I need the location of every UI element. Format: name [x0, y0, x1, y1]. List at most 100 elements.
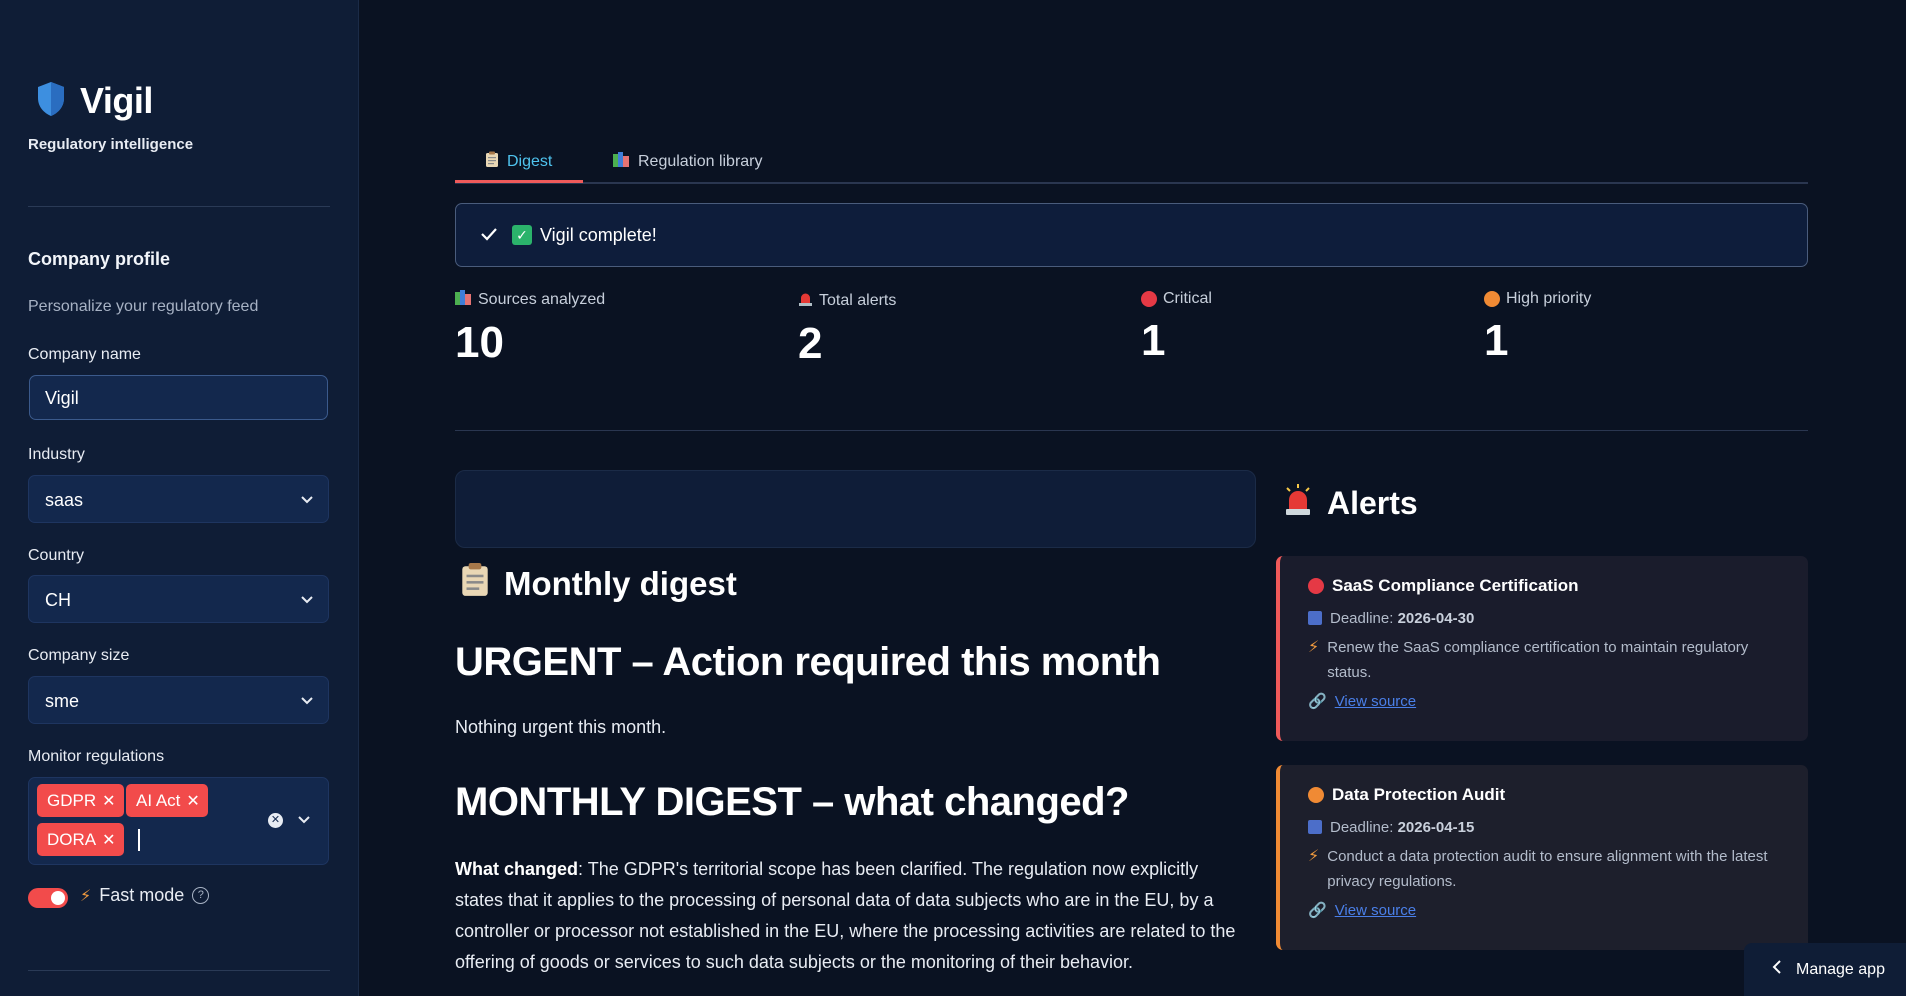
section-title: Company profile [28, 249, 171, 269]
manage-app-label: Manage app [1796, 960, 1885, 978]
alert-title: SaaS Compliance Certification [1332, 576, 1579, 595]
urgent-heading: URGENT – Action required this month [455, 640, 1161, 684]
tab-bar: Digest Regulation library [455, 138, 1808, 184]
alerts-heading: Alerts [1283, 482, 1418, 524]
chevron-down-icon[interactable] [297, 808, 311, 835]
view-source-link[interactable]: View source [1335, 898, 1416, 923]
metric-label: Sources analyzed [478, 291, 606, 308]
remove-chip-icon[interactable]: ✕ [102, 793, 115, 810]
clipboard-icon [460, 562, 490, 606]
divider [455, 430, 1808, 431]
country-value: CH [45, 590, 71, 610]
fast-mode-toggle[interactable] [28, 888, 68, 908]
success-message: Vigil complete! [540, 224, 657, 245]
industry-value: saas [45, 490, 84, 510]
view-source-link[interactable]: View source [1335, 689, 1416, 714]
check-mark-icon: ✓ [512, 225, 532, 245]
remove-chip-icon[interactable]: ✕ [186, 793, 199, 810]
red-circle-icon [1308, 578, 1324, 594]
deadline-label: Deadline: [1330, 610, 1394, 627]
shield-icon [36, 81, 66, 122]
remove-chip-icon[interactable]: ✕ [102, 832, 115, 849]
metric-label: Total alerts [819, 291, 897, 309]
alert-card: Data Protection Audit Deadline: 2026-04-… [1276, 765, 1808, 950]
what-changed-paragraph: What changed: The GDPR's territorial sco… [455, 854, 1245, 978]
alert-action: Renew the SaaS compliance certification … [1327, 639, 1749, 681]
company-size-value: sme [45, 691, 80, 711]
metric-value: 10 [455, 318, 504, 367]
success-alert: ✓ Vigil complete! [455, 203, 1808, 267]
metric-label: Critical [1163, 290, 1212, 307]
calendar-icon [1308, 820, 1322, 834]
fast-mode: ⚡ Fast mode ? [80, 885, 210, 906]
link-icon: 🔗 [1308, 902, 1327, 919]
chevron-down-icon [300, 576, 314, 643]
metric-critical: Critical 1 [1141, 290, 1212, 366]
industry-label: Industry [28, 446, 85, 463]
chevron-down-icon [300, 476, 314, 543]
brand-title: Vigil [80, 80, 153, 121]
clipboard-icon [485, 151, 499, 173]
text-cursor [138, 829, 140, 851]
metric-label: High priority [1506, 290, 1592, 307]
chip-ai-act[interactable]: AI Act ✕ [126, 784, 208, 817]
brand: Vigil [36, 80, 153, 122]
calendar-icon [1308, 611, 1322, 625]
fast-mode-label: Fast mode [99, 885, 185, 905]
metric-value: 2 [798, 319, 823, 368]
monitor-label: Monitor regulations [28, 748, 165, 765]
help-icon[interactable]: ? [192, 887, 210, 904]
section-caption: Personalize your regulatory feed [28, 298, 259, 315]
industry-select[interactable]: saas [28, 475, 329, 523]
active-tab-indicator [455, 180, 583, 183]
brand-subtitle: Regulatory intelligence [28, 136, 194, 153]
books-icon [455, 290, 472, 310]
chevron-down-icon [300, 677, 314, 744]
digest-title: Monthly digest [504, 565, 737, 602]
books-icon [613, 152, 630, 172]
link-icon: 🔗 [1308, 693, 1327, 710]
alerts-title: Alerts [1327, 484, 1418, 521]
monthly-heading: MONTHLY DIGEST – what changed? [455, 780, 1129, 824]
sidebar: Vigil Regulatory intelligence Company pr… [0, 0, 359, 996]
deadline-value: 2026-04-30 [1397, 610, 1475, 627]
company-name-input[interactable]: Vigil [29, 375, 328, 420]
tab-regulation-library[interactable]: Regulation library [613, 148, 763, 184]
clear-all-icon[interactable]: ✕ [268, 813, 283, 828]
siren-icon [798, 290, 813, 311]
company-size-label: Company size [28, 647, 130, 664]
urgent-text: Nothing urgent this month. [455, 717, 667, 737]
manage-app-button[interactable]: Manage app [1744, 943, 1906, 996]
lightning-icon: ⚡ [1308, 639, 1320, 656]
divider [28, 970, 330, 971]
divider [28, 206, 330, 207]
orange-circle-icon [1308, 787, 1324, 803]
country-select[interactable]: CH [28, 575, 329, 623]
deadline-value: 2026-04-15 [1397, 819, 1475, 836]
check-icon [480, 225, 498, 246]
red-circle-icon [1141, 291, 1157, 307]
alert-card: SaaS Compliance Certification Deadline: … [1276, 556, 1808, 741]
tab-digest[interactable]: Digest [485, 148, 552, 184]
lightning-icon: ⚡ [1308, 848, 1320, 865]
chevron-left-icon [1772, 960, 1782, 979]
company-name-label: Company name [28, 346, 141, 363]
metric-value: 1 [1484, 316, 1509, 365]
empty-card [455, 470, 1256, 548]
metric-sources: Sources analyzed 10 [455, 290, 605, 368]
digest-heading: Monthly digest [460, 562, 737, 606]
what-changed-label: What changed [455, 859, 579, 879]
toggle-knob [51, 891, 65, 905]
regulations-multiselect[interactable]: GDPR ✕ AI Act ✕ DORA ✕ ✕ [28, 777, 329, 865]
chip-dora[interactable]: DORA ✕ [37, 823, 124, 856]
country-label: Country [28, 547, 85, 564]
lightning-icon: ⚡ [80, 887, 92, 905]
deadline-label: Deadline: [1330, 819, 1394, 836]
siren-icon [1283, 482, 1313, 524]
company-size-select[interactable]: sme [28, 676, 329, 724]
alert-action: Conduct a data protection audit to ensur… [1327, 848, 1768, 890]
chip-gdpr[interactable]: GDPR ✕ [37, 784, 124, 817]
alert-title: Data Protection Audit [1332, 785, 1506, 804]
orange-circle-icon [1484, 291, 1500, 307]
metric-total-alerts: Total alerts 2 [798, 290, 896, 369]
